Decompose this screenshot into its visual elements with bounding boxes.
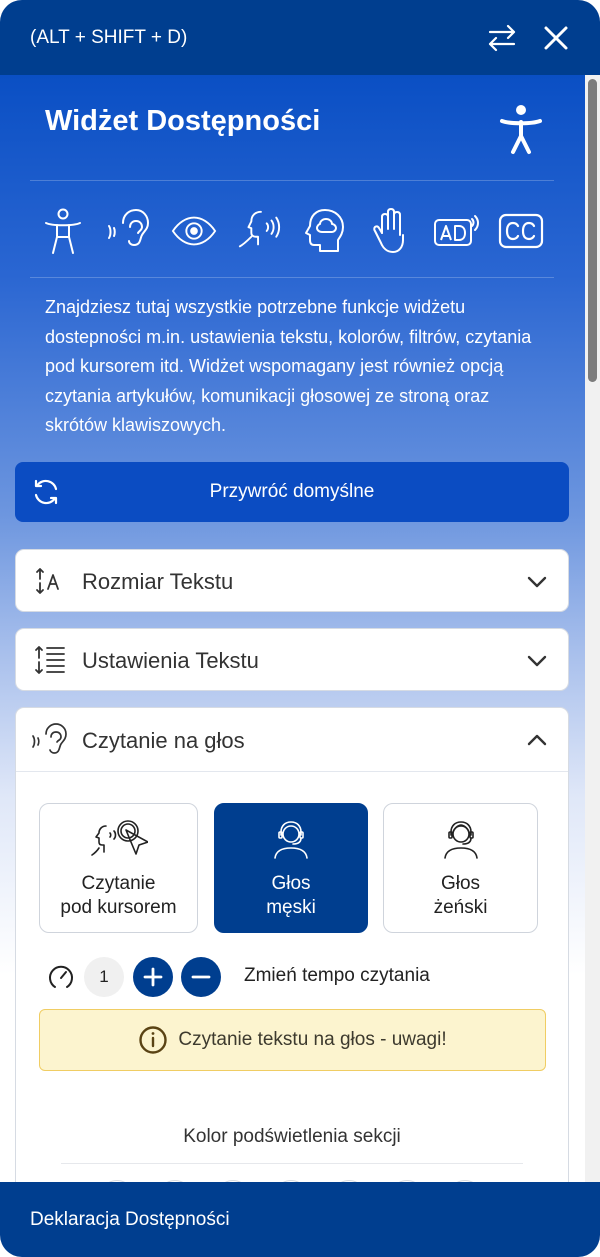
chevron-down-icon bbox=[527, 655, 547, 667]
section-label: Rozmiar Tekstu bbox=[82, 569, 234, 594]
tempo-increase-button[interactable] bbox=[133, 957, 173, 997]
swap-arrows-icon bbox=[488, 24, 516, 51]
top-bar: (ALT + SHIFT + D) bbox=[0, 0, 600, 75]
read-under-cursor-option[interactable]: Czytanie pod kursorem bbox=[39, 803, 198, 933]
chevron-down-icon bbox=[527, 576, 547, 588]
text-size-icon bbox=[36, 568, 59, 594]
section-text-settings[interactable]: Ustawienia Tekstu bbox=[15, 628, 569, 691]
brain-head-icon bbox=[302, 206, 348, 256]
reset-defaults-label: Przywróć domyślne bbox=[209, 481, 375, 502]
notice-text: Czytanie tekstu na głos - uwagi! bbox=[178, 1029, 447, 1050]
male-headset-icon bbox=[274, 821, 308, 859]
scrollbar-thumb[interactable] bbox=[588, 79, 597, 382]
section-label: Czytanie na głos bbox=[82, 728, 245, 753]
section-text-size[interactable]: Rozmiar Tekstu bbox=[15, 549, 569, 612]
close-icon bbox=[544, 26, 568, 49]
audio-description-icon bbox=[433, 206, 479, 256]
hero-divider-top bbox=[30, 180, 554, 181]
closed-captions-icon bbox=[498, 206, 544, 256]
accessibility-person-icon bbox=[500, 105, 542, 154]
option-label: Czytanie pod kursorem bbox=[60, 873, 177, 918]
ear-icon bbox=[32, 723, 67, 754]
tempo-value: 1 bbox=[84, 957, 124, 997]
speaking-head-icon bbox=[236, 206, 282, 256]
read-aloud-notice[interactable]: Czytanie tekstu na głos - uwagi! bbox=[39, 1009, 546, 1071]
section-read-aloud: Czytanie na głos Czytanie pod kursorem G… bbox=[15, 707, 569, 1182]
accessibility-widget: (ALT + SHIFT + D) Widżet Dostępności Zna… bbox=[0, 0, 600, 1257]
widget-title: Widżet Dostępności bbox=[45, 105, 321, 137]
swap-side-button[interactable] bbox=[482, 18, 522, 58]
plus-icon bbox=[143, 967, 163, 987]
tempo-label: Zmień tempo czytania bbox=[244, 965, 430, 986]
section-label: Ustawienia Tekstu bbox=[82, 648, 259, 673]
refresh-icon bbox=[34, 479, 58, 505]
chevron-up-icon bbox=[527, 734, 547, 746]
minus-icon bbox=[191, 975, 211, 979]
keyboard-shortcut: (ALT + SHIFT + D) bbox=[30, 26, 188, 48]
reading-tempo-control: 1 Zmień tempo czytania bbox=[46, 956, 546, 997]
widget-content[interactable]: Widżet Dostępności Znajdziesz tutaj wszy… bbox=[0, 75, 585, 1182]
line-height-icon bbox=[35, 646, 65, 674]
section-read-aloud-header[interactable]: Czytanie na głos bbox=[16, 708, 568, 772]
scrollbar[interactable] bbox=[585, 75, 600, 1182]
hand-icon bbox=[367, 206, 413, 256]
option-label: Głos męski bbox=[266, 873, 316, 918]
male-voice-option[interactable]: Głos męski bbox=[214, 803, 368, 933]
eye-icon bbox=[171, 206, 217, 256]
ear-icon bbox=[105, 206, 151, 256]
speaking-cursor-icon bbox=[90, 820, 148, 856]
tempo-decrease-button[interactable] bbox=[181, 957, 221, 997]
hero-divider-bottom bbox=[30, 277, 554, 278]
reset-defaults-button[interactable]: Przywróć domyślne bbox=[15, 462, 569, 522]
close-button[interactable] bbox=[536, 18, 576, 58]
speed-gauge-icon bbox=[49, 965, 73, 988]
option-label: Głos żeński bbox=[433, 873, 488, 918]
accessibility-person-icon bbox=[40, 206, 86, 256]
female-voice-option[interactable]: Głos żeński bbox=[383, 803, 538, 933]
accessibility-declaration-link[interactable]: Deklaracja Dostępności bbox=[0, 1182, 600, 1257]
female-headset-icon bbox=[443, 821, 478, 859]
widget-description: Znajdziesz tutaj wszystkie potrzebne fun… bbox=[45, 297, 532, 435]
highlight-divider bbox=[61, 1163, 523, 1164]
highlight-color-title: Kolor podświetlenia sekcji bbox=[183, 1126, 401, 1147]
footer-label: Deklaracja Dostępności bbox=[30, 1208, 230, 1230]
info-icon bbox=[139, 1026, 168, 1054]
feature-icons bbox=[30, 201, 554, 261]
